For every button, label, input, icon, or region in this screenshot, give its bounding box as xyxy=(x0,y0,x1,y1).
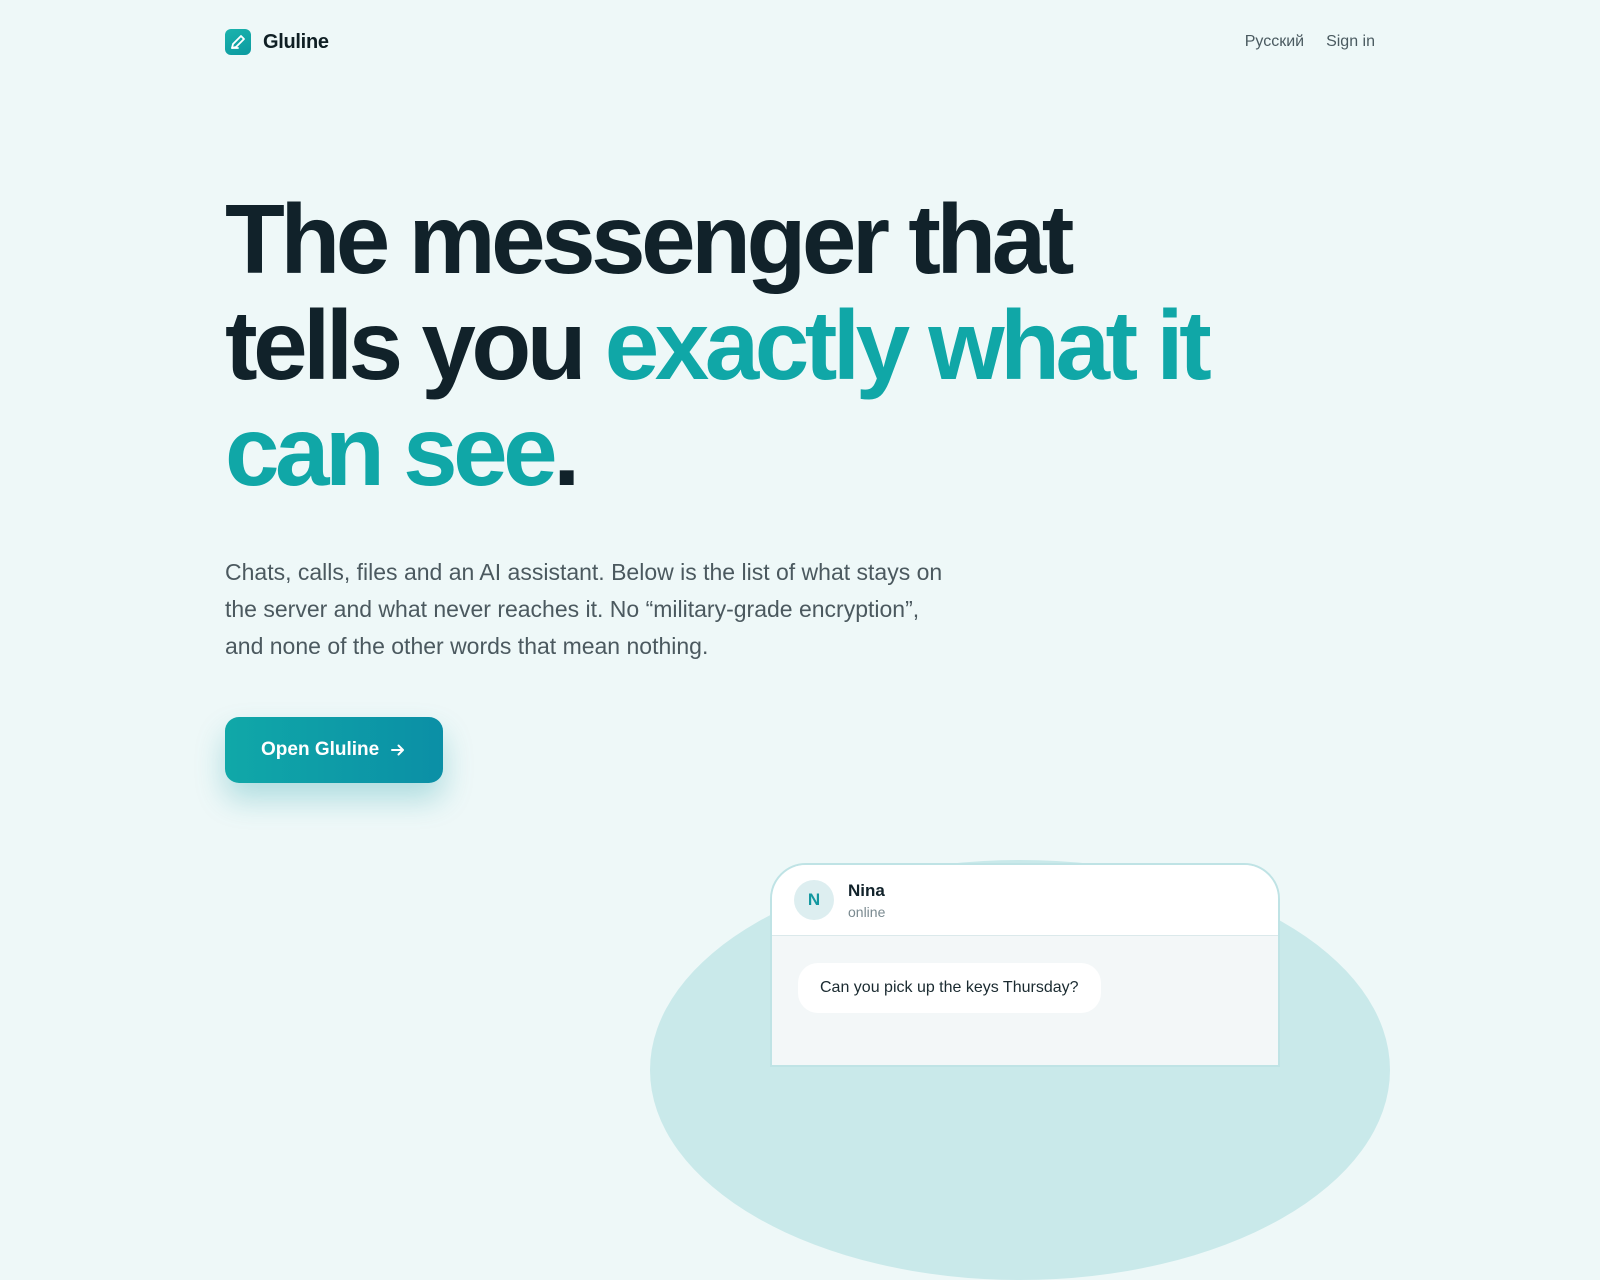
contact-info: Nina online xyxy=(848,881,885,920)
open-gluline-button[interactable]: Open Gluline xyxy=(225,717,444,783)
sign-in-link[interactable]: Sign in xyxy=(1326,33,1375,51)
contact-name: Nina xyxy=(848,880,885,900)
brand-logo-link[interactable]: Gluline xyxy=(225,29,329,55)
chat-preview: N Nina online Can you pick up the keys T… xyxy=(770,863,1280,1067)
message-bubble: Can you pick up the keys Thursday? xyxy=(798,963,1101,1013)
avatar: N xyxy=(794,880,834,920)
hero-headline: The messenger that tells you exactly wha… xyxy=(225,186,1225,504)
brand-name: Gluline xyxy=(263,30,329,53)
top-nav: Русский Sign in xyxy=(1245,33,1375,51)
contact-status: online xyxy=(848,903,886,920)
arrow-right-icon xyxy=(389,741,407,759)
open-gluline-button-label: Open Gluline xyxy=(261,739,380,760)
pen-icon xyxy=(225,29,251,55)
headline-end-period: . xyxy=(553,396,580,506)
hero-section: The messenger that tells you exactly wha… xyxy=(225,186,1225,783)
language-switch-link[interactable]: Русский xyxy=(1245,33,1304,51)
chat-header: N Nina online xyxy=(772,865,1278,936)
hero-description: Chats, calls, files and an AI assistant.… xyxy=(225,559,943,659)
top-bar: Gluline Русский Sign in xyxy=(225,24,1375,60)
